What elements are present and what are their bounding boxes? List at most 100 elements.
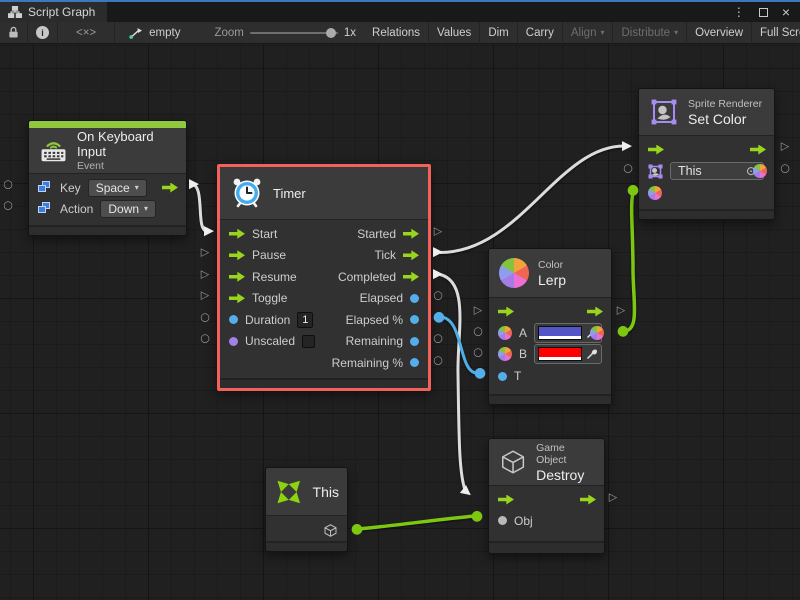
destroy-flow-out-port[interactable] [580,495,596,505]
close-button[interactable]: × [782,5,790,19]
setcolor-flow-out-port[interactable] [750,145,766,155]
timer-toggle-ext-port[interactable]: ▷ [201,290,209,301]
action-dropdown[interactable]: Down▾ [100,200,156,218]
timer-resume-port[interactable] [229,272,245,282]
lerp-result-ext-port[interactable]: ● [617,324,629,338]
lerp-node-header[interactable]: Color Lerp [489,249,611,297]
lerp-result-port[interactable] [590,326,604,340]
lerp-b-color-field[interactable] [534,344,602,364]
lerp-flow-ext-port[interactable]: ▷ [474,305,482,316]
info-button[interactable]: i [28,22,58,44]
wire-arrow-kb-out[interactable]: ▶ [189,178,199,191]
timer-started-ext-port[interactable]: ▷ [434,226,442,237]
timer-completed-port[interactable] [403,272,419,282]
this-node-header[interactable]: This [266,468,347,515]
node-on-keyboard-input[interactable]: On Keyboard Input Event Key Space▾ Actio… [28,120,187,236]
timer-tick-port[interactable] [403,250,419,260]
destroy-flow-in-port[interactable] [498,495,514,505]
timer-pause-port[interactable] [229,250,245,260]
destroy-node-header[interactable]: Game Object Destroy [489,439,604,485]
eyedropper-icon[interactable] [586,348,598,360]
full-screen-button[interactable]: Full Screen [752,22,800,44]
setcolor-result-port[interactable] [753,164,767,178]
relations-button[interactable]: Relations [364,22,429,44]
timer-elapsed-pct-port[interactable] [410,315,419,324]
timer-start-port[interactable] [229,229,245,239]
timer-remaining-pct-ext-port[interactable]: ○ [433,355,443,366]
keyboard-node-header[interactable]: On Keyboard Input Event [29,128,186,173]
timer-unscaled-port[interactable] [229,337,238,346]
lerp-flow-out-ext-port[interactable]: ▷ [617,305,625,316]
sprite-renderer-port-icon[interactable] [648,164,663,179]
tab-script-graph[interactable]: Script Graph [0,2,107,22]
window-menu-button[interactable]: ⋮ [733,5,745,19]
setcolor-target-ext-port[interactable]: ○ [623,163,633,174]
timer-node-header[interactable]: Timer [220,167,428,219]
overview-button[interactable]: Overview [687,22,752,44]
timer-pause-ext-port[interactable]: ▷ [201,247,209,258]
setcolor-flow-out-ext-port[interactable]: ▷ [781,141,789,152]
timer-started-port[interactable] [403,229,419,239]
timer-resume-ext-port[interactable]: ▷ [201,269,209,280]
wire-arrow-setcolor-flow[interactable]: ▶ [622,140,632,153]
wire-arrow-timer-completed[interactable]: ▶ [433,268,443,281]
timer-elapsed-ext-port[interactable]: ○ [433,290,443,301]
cube-port-icon[interactable] [323,523,338,538]
lerp-a-ext-port[interactable]: ○ [473,326,483,337]
timer-toggle-port[interactable] [229,293,245,303]
destroy-flow-out-ext-port[interactable]: ▷ [609,492,617,503]
setcolor-flow-in-port[interactable] [648,145,664,155]
node-this[interactable]: This [265,467,348,552]
setcolor-node-header[interactable]: Sprite Renderer Set Color [639,89,774,135]
node-destroy[interactable]: Game Object Destroy Obj [488,438,605,554]
dim-button[interactable]: Dim [480,22,517,44]
lerp-t-port[interactable] [498,372,507,381]
code-preview-toggle[interactable]: <×> [58,22,115,44]
lock-button[interactable] [0,22,28,44]
keyboard-trigger-out-port[interactable] [162,183,178,193]
unscaled-checkbox[interactable] [302,335,315,348]
wire-this-to-destroy-obj[interactable] [359,516,475,529]
kb-key-ext-port[interactable]: ○ [3,179,13,190]
lerp-flow-out-port[interactable] [587,307,603,317]
lerp-b-ext-port[interactable]: ○ [473,347,483,358]
timer-remaining-pct-port[interactable] [410,358,419,367]
duration-input[interactable]: 1 [297,312,313,328]
key-dropdown[interactable]: Space▾ [88,179,147,197]
timer-elapsed-port[interactable] [410,294,419,303]
timer-duration-ext-port[interactable]: ○ [200,312,210,323]
graph-canvas[interactable]: On Keyboard Input Event Key Space▾ Actio… [0,44,800,600]
wire-lerp-to-setcolor-color[interactable] [624,193,635,331]
literal-icon[interactable] [38,181,53,194]
setcolor-result-ext-port[interactable]: ○ [780,163,790,174]
zoom-slider-handle[interactable] [326,28,336,38]
graph-pointer-indicator[interactable]: empty [115,22,188,44]
destroy-obj-ext-port[interactable]: ● [471,509,483,523]
wire-arrow-timer-start[interactable]: ▶ [204,225,214,238]
lerp-t-ext-port[interactable]: ● [474,366,486,380]
timer-unscaled-ext-port[interactable]: ○ [200,333,210,344]
node-color-lerp[interactable]: Color Lerp A [488,248,612,405]
setcolor-color-ext-port[interactable]: ● [627,183,639,197]
distribute-button[interactable]: Distribute▾ [613,22,687,44]
timer-remaining-port[interactable] [410,337,419,346]
setcolor-target-field[interactable]: This ⊙ [670,162,764,180]
node-timer-selected[interactable]: Timer Start Pause Resume Toggle Duration… [217,164,431,391]
timer-elapsed-pct-ext-port[interactable]: ● [433,310,445,324]
wire-arrow-timer-tick[interactable]: ▶ [433,246,443,259]
literal-icon[interactable] [38,202,53,215]
node-set-color[interactable]: Sprite Renderer Set Color This [638,88,775,220]
destroy-obj-port[interactable] [498,516,507,525]
this-out-ext-port[interactable]: ● [351,522,363,536]
kb-action-ext-port[interactable]: ○ [3,200,13,211]
lerp-a-port[interactable] [498,326,512,340]
carry-button[interactable]: Carry [518,22,563,44]
align-button[interactable]: Align▾ [563,22,614,44]
setcolor-color-in-port[interactable] [648,186,662,200]
timer-duration-port[interactable] [229,315,238,324]
wire-timer-tick-to-setcolor[interactable] [440,146,624,253]
values-button[interactable]: Values [429,22,480,44]
lerp-flow-in-port[interactable] [498,307,514,317]
zoom-slider[interactable] [250,32,338,34]
lerp-b-port[interactable] [498,347,512,361]
